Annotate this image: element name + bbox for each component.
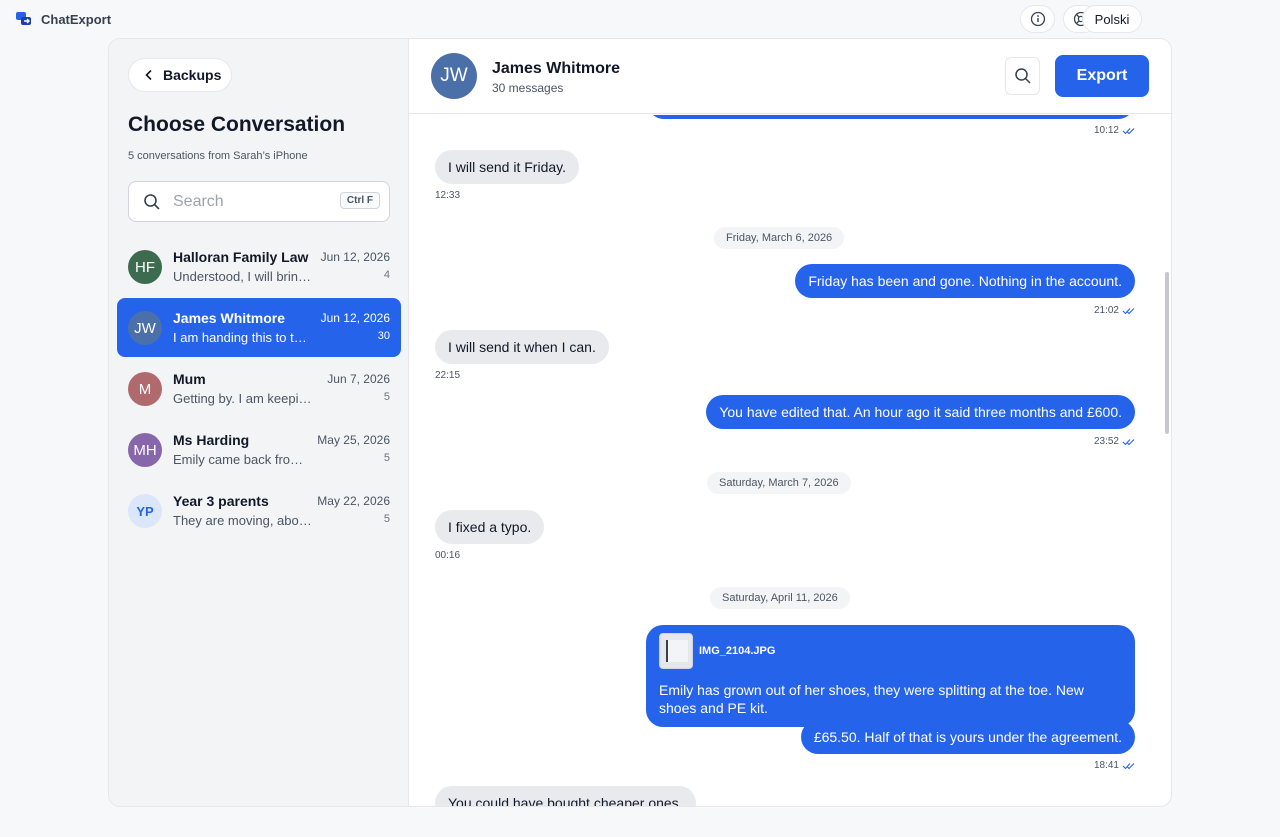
message-time: 00:16 — [435, 550, 461, 561]
top-bar: ChatExport Polski — [0, 0, 1280, 38]
conversation-preview: Getting by. I am keeping a record — [173, 391, 313, 406]
message-time: 10:12 — [1094, 125, 1135, 136]
conversation-name: Halloran Family Law — [173, 249, 309, 265]
attachment-filename: IMG_2104.JPG — [699, 645, 776, 657]
chat-message-count: 30 messages — [492, 81, 564, 95]
message-bubble-outgoing — [647, 115, 1135, 119]
message-bubble-outgoing: You have edited that. An hour ago it sai… — [706, 395, 1135, 429]
conversation-item-ms-harding[interactable]: MH Ms Harding Emily came back from schoo… — [117, 420, 401, 479]
info-icon — [1030, 11, 1045, 27]
avatar: YP — [128, 494, 162, 528]
date-separator: Saturday, April 11, 2026 — [710, 587, 850, 609]
conversation-count: 5 — [383, 452, 390, 464]
conversation-date: Jun 12, 2026 — [320, 311, 390, 325]
conversation-name: Mum — [173, 371, 206, 387]
search-icon — [144, 194, 160, 210]
double-check-icon — [1122, 127, 1135, 134]
search-icon — [1014, 68, 1031, 84]
message-time-label: 23:52 — [1093, 436, 1119, 447]
conversation-preview: Emily came back from school upset — [173, 452, 313, 467]
conversation-date: Jun 7, 2026 — [327, 372, 390, 386]
scrollbar[interactable] — [1165, 272, 1169, 434]
export-button[interactable]: Export — [1055, 55, 1149, 97]
chevron-left-icon — [145, 69, 152, 81]
conversation-name: James Whitmore — [173, 310, 286, 326]
chat-contact-name: James Whitmore — [492, 60, 621, 77]
message-time: 21:02 — [1094, 305, 1135, 316]
message-time: 12:33 — [435, 190, 461, 201]
page-subtitle: 5 conversations from Sarah’s iPhone — [128, 150, 308, 162]
double-check-icon — [1122, 438, 1135, 445]
conversation-name: Ms Harding — [173, 432, 250, 448]
conversation-item-halloran-family-law[interactable]: HF Halloran Family Law Understood, I wil… — [117, 237, 401, 296]
message-bubble-outgoing-attachment: IMG_2104.JPG Emily has grown out of her … — [646, 625, 1135, 727]
info-button[interactable] — [1020, 5, 1055, 33]
conversation-sidebar: Backups Choose Conversation 5 conversati… — [109, 39, 409, 806]
conversation-count: 30 — [377, 330, 390, 342]
date-separator: Friday, March 6, 2026 — [714, 227, 845, 249]
conversation-date: May 22, 2026 — [317, 494, 390, 508]
avatar: HF — [128, 250, 162, 284]
message-time: 18:41 — [1094, 760, 1135, 771]
conversation-list: HF Halloran Family Law Understood, I wil… — [117, 237, 401, 542]
message-bubble-incoming: You could have bought cheaper ones. — [435, 786, 696, 806]
message-bubble-outgoing: Friday has been and gone. Nothing in the… — [795, 264, 1135, 298]
message-text: Emily has grown out of her shoes, they w… — [659, 682, 1084, 716]
conversation-item-james-whitmore[interactable]: JW James Whitmore I am handing this to t… — [117, 298, 401, 357]
conversation-preview: They are moving, about the trip — [173, 513, 313, 528]
double-check-icon — [1122, 762, 1135, 769]
conversation-count: 4 — [383, 269, 390, 281]
conversation-date: Jun 12, 2026 — [320, 250, 390, 264]
conversation-item-year-3-parents[interactable]: YP Year 3 parents They are moving, about… — [117, 481, 401, 540]
image-thumbnail[interactable] — [659, 633, 693, 669]
chat-header: JW James Whitmore 30 messages Export — [409, 39, 1171, 114]
conversation-preview: I am handing this to the solicitor — [173, 330, 313, 345]
message-time-label: 10:12 — [1093, 125, 1119, 136]
chat-search-button[interactable] — [1005, 57, 1040, 95]
avatar: MH — [128, 433, 162, 467]
message-time: 22:15 — [435, 370, 461, 381]
back-button[interactable]: Backups — [128, 58, 232, 92]
chat-export-logo-icon — [16, 12, 31, 25]
attachment[interactable]: IMG_2104.JPG — [659, 633, 1122, 669]
page-title: Choose Conversation — [128, 113, 346, 136]
conversation-count: 5 — [383, 513, 390, 525]
message-list[interactable]: 10:12 I will send it Friday. 12:33 Frida… — [409, 115, 1171, 806]
conversation-item-mum[interactable]: M Mum Getting by. I am keeping a record … — [117, 359, 401, 418]
avatar: JW — [431, 53, 477, 99]
message-bubble-incoming: I fixed a typo. — [435, 510, 545, 544]
language-button[interactable]: Polski — [1082, 5, 1142, 33]
back-button-label: Backups — [163, 67, 222, 83]
message-bubble-incoming: I will send it Friday. — [435, 150, 579, 184]
conversation-name: Year 3 parents — [173, 493, 269, 509]
avatar: M — [128, 372, 162, 406]
double-check-icon — [1122, 307, 1135, 314]
brand: ChatExport — [15, 10, 111, 28]
search-box[interactable]: Ctrl F — [128, 181, 390, 222]
conversation-count: 5 — [383, 391, 390, 403]
app-name: ChatExport — [41, 11, 112, 27]
message-bubble-outgoing: £65.50. Half of that is yours under the … — [800, 720, 1135, 754]
search-shortcut-badge: Ctrl F — [339, 192, 380, 209]
main-card: Backups Choose Conversation 5 conversati… — [108, 38, 1172, 807]
message-time-label: 21:02 — [1093, 305, 1119, 316]
conversation-date: May 25, 2026 — [317, 433, 390, 447]
avatar: JW — [128, 311, 162, 345]
date-separator: Saturday, March 7, 2026 — [707, 472, 851, 494]
chat-panel: JW James Whitmore 30 messages Export 10:… — [409, 39, 1171, 806]
message-time-label: 18:41 — [1093, 760, 1119, 771]
search-input[interactable] — [173, 192, 333, 212]
message-time: 23:52 — [1094, 436, 1135, 447]
conversation-preview: Understood, I will bring the documents — [173, 269, 313, 284]
message-bubble-incoming: I will send it when I can. — [435, 330, 609, 364]
